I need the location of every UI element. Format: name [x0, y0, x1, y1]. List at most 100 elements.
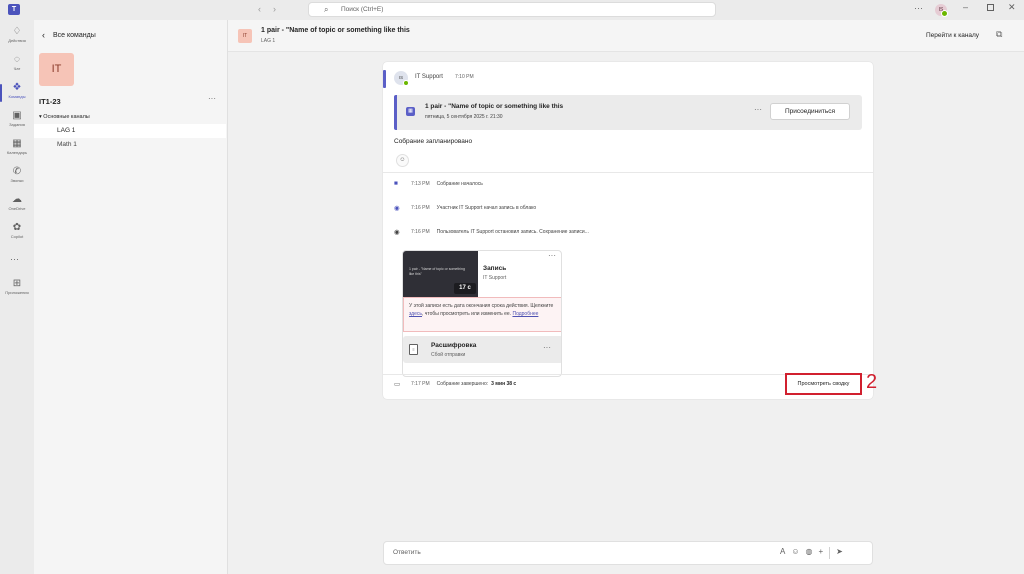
event-time: 7:17 PM — [411, 381, 430, 387]
rail-label: OneDrive — [8, 206, 26, 211]
rail-item-tasks[interactable]: ▣ Задания — [0, 110, 34, 136]
thumbnail-text: 1 pair - "Name of topic or something lik… — [409, 267, 465, 276]
app-rail: ♢ Действия ◌ Чат ❖ Команды ▣ Задания ▦ К… — [0, 20, 34, 574]
sticker-icon[interactable]: ◍ — [806, 547, 813, 559]
event-meeting-started: ■ 7:13 PM Собрание началось — [394, 180, 483, 187]
compose-toolbar: A ☺ ◍ + ➤ — [780, 547, 843, 559]
channel-group-header[interactable]: ▾ Основные каналы — [39, 114, 90, 120]
rail-item-teams[interactable]: ❖ Команды — [0, 82, 34, 108]
search-placeholder: Поиск (Ctrl+E) — [341, 6, 384, 13]
title-bar: T ‹ › ⌕ Поиск (Ctrl+E) ··· IS – ✕ — [0, 0, 1024, 20]
goto-channel-button[interactable]: Перейти к каналу — [926, 32, 979, 39]
popout-icon[interactable]: ⧉ — [996, 29, 1002, 40]
rail-item-copilot[interactable]: ✿ Copilot — [0, 222, 34, 248]
sender-avatar[interactable]: IS — [394, 71, 409, 86]
transcript-title: Расшифровка — [431, 342, 477, 349]
history-nav: ‹ › — [258, 4, 276, 14]
event-text: Собрание началось — [436, 180, 483, 187]
post-title: 1 pair - "Name of topic or something lik… — [261, 27, 410, 34]
maximize-icon[interactable] — [987, 4, 994, 11]
learn-more-link[interactable]: Подробнее — [512, 311, 538, 317]
video-camera-icon: ■ — [394, 180, 398, 187]
meeting-post-card: IS IT Support 7:10 PM ▦ 1 pair - "Name o… — [383, 62, 873, 399]
format-icon[interactable]: A — [780, 547, 785, 559]
back-label: Все команды — [53, 31, 96, 39]
event-text: Собрание завершено: — [436, 381, 489, 387]
step-annotation: 2 — [866, 371, 878, 393]
channel-name[interactable]: LAG 1 — [261, 38, 275, 44]
event-text: Участник IT Support начал запись в облак… — [436, 205, 537, 211]
record-icon: ◉ — [394, 205, 400, 212]
view-summary-button[interactable]: Просмотреть сводку — [785, 373, 862, 395]
rail-label: Приложения — [5, 290, 29, 295]
back-to-teams-button[interactable]: ‹ Все команды — [42, 30, 96, 40]
teams-icon: ❖ — [12, 82, 22, 93]
recording-thumbnail[interactable]: 1 pair - "Name of topic or something lik… — [403, 251, 478, 297]
forward-arrow-icon[interactable]: › — [273, 4, 276, 14]
onedrive-icon: ☁ — [12, 194, 22, 205]
transcript-card[interactable]: ≡ Расшифровка Сбой отправки ··· — [403, 336, 561, 363]
post-accent-bar — [383, 70, 386, 88]
reply-placeholder: Ответить — [393, 549, 421, 556]
post-time: 7:10 PM — [455, 74, 474, 80]
chevron-left-icon: ‹ — [42, 30, 45, 40]
teams-logo-icon: T — [8, 4, 20, 15]
recording-title: Запись — [483, 265, 507, 272]
apps-icon: ⊞ — [12, 278, 22, 289]
rail-item-calls[interactable]: ✆ Звонки — [0, 166, 34, 192]
minimize-icon[interactable]: – — [963, 2, 968, 12]
rail-item-apps[interactable]: ⊞ Приложения — [0, 278, 34, 304]
meeting-date: пятница, 5 сентября 2025 г. 21:30 — [425, 114, 503, 120]
recording-duration: 17 с — [454, 283, 476, 294]
meeting-more-icon[interactable]: ··· — [754, 105, 762, 114]
channel-item-math1[interactable]: Math 1 — [34, 138, 226, 152]
event-recording-started: ◉ 7:16 PM Участник IT Support начал запи… — [394, 204, 536, 212]
chat-icon: ◌ — [14, 54, 20, 65]
event-time: 7:13 PM — [411, 180, 430, 187]
event-text: Пользователь IT Support остановил запись… — [436, 229, 589, 235]
search-input[interactable]: ⌕ Поиск (Ctrl+E) — [308, 2, 716, 17]
emoji-icon[interactable]: ☺ — [791, 547, 799, 559]
back-arrow-icon[interactable]: ‹ — [258, 4, 261, 14]
transcript-more-icon[interactable]: ··· — [543, 343, 551, 352]
recording-more-icon[interactable]: ··· — [548, 251, 556, 260]
event-recording-stopped: ◉ 7:16 PM Пользователь IT Support остано… — [394, 228, 589, 236]
add-reaction-icon[interactable]: ☺ — [396, 154, 409, 167]
here-link[interactable]: здесь — [409, 311, 422, 317]
divider — [383, 172, 873, 173]
rail-label: Команды — [8, 94, 26, 99]
video-camera-off-icon: ▭ — [394, 381, 401, 388]
sender-name[interactable]: IT Support — [415, 74, 443, 80]
channel-main: IT 1 pair - "Name of topic or something … — [228, 20, 1024, 574]
join-button[interactable]: Присоединиться — [770, 103, 850, 120]
team-more-icon[interactable]: ··· — [208, 94, 216, 103]
channel-header: IT 1 pair - "Name of topic or something … — [228, 20, 1024, 52]
rail-item-calendar[interactable]: ▦ Календарь — [0, 138, 34, 164]
recording-owner: IT Support — [483, 275, 507, 281]
rail-item-chat[interactable]: ◌ Чат — [0, 54, 34, 80]
warning-text: , чтобы просмотреть или изменить ее. — [422, 311, 512, 317]
team-avatar: IT — [39, 53, 74, 86]
channel-avatar: IT — [238, 29, 252, 43]
send-icon[interactable]: ➤ — [836, 547, 843, 559]
more-options-icon[interactable]: ··· — [914, 3, 923, 13]
close-icon[interactable]: ✕ — [1008, 2, 1016, 13]
event-time: 7:16 PM — [411, 205, 430, 211]
reply-box[interactable]: Ответить A ☺ ◍ + ➤ — [383, 541, 873, 565]
meeting-duration: 3 мин 38 с — [491, 381, 517, 387]
team-name[interactable]: IT1-23 — [39, 97, 61, 106]
profile-avatar[interactable]: IS — [935, 4, 948, 17]
calendar-icon: ▦ — [12, 138, 22, 149]
recording-card[interactable]: 1 pair - "Name of topic or something lik… — [402, 250, 562, 377]
channel-item-lag1[interactable]: LAG 1 — [34, 124, 226, 138]
rail-item-activity[interactable]: ♢ Действия — [0, 26, 34, 52]
bell-icon: ♢ — [12, 26, 22, 37]
rail-label: Copilot — [10, 234, 24, 239]
warning-text: У этой записи есть дата окончания срока … — [409, 303, 554, 309]
record-stop-icon: ◉ — [394, 229, 400, 236]
event-meeting-ended: ▭ 7:17 PM Собрание завершено: 3 мин 38 с — [394, 380, 516, 388]
more-apps-icon[interactable]: ··· — [10, 254, 19, 264]
attach-icon[interactable]: + — [819, 547, 824, 559]
search-icon: ⌕ — [324, 5, 329, 14]
rail-item-onedrive[interactable]: ☁ OneDrive — [0, 194, 34, 220]
